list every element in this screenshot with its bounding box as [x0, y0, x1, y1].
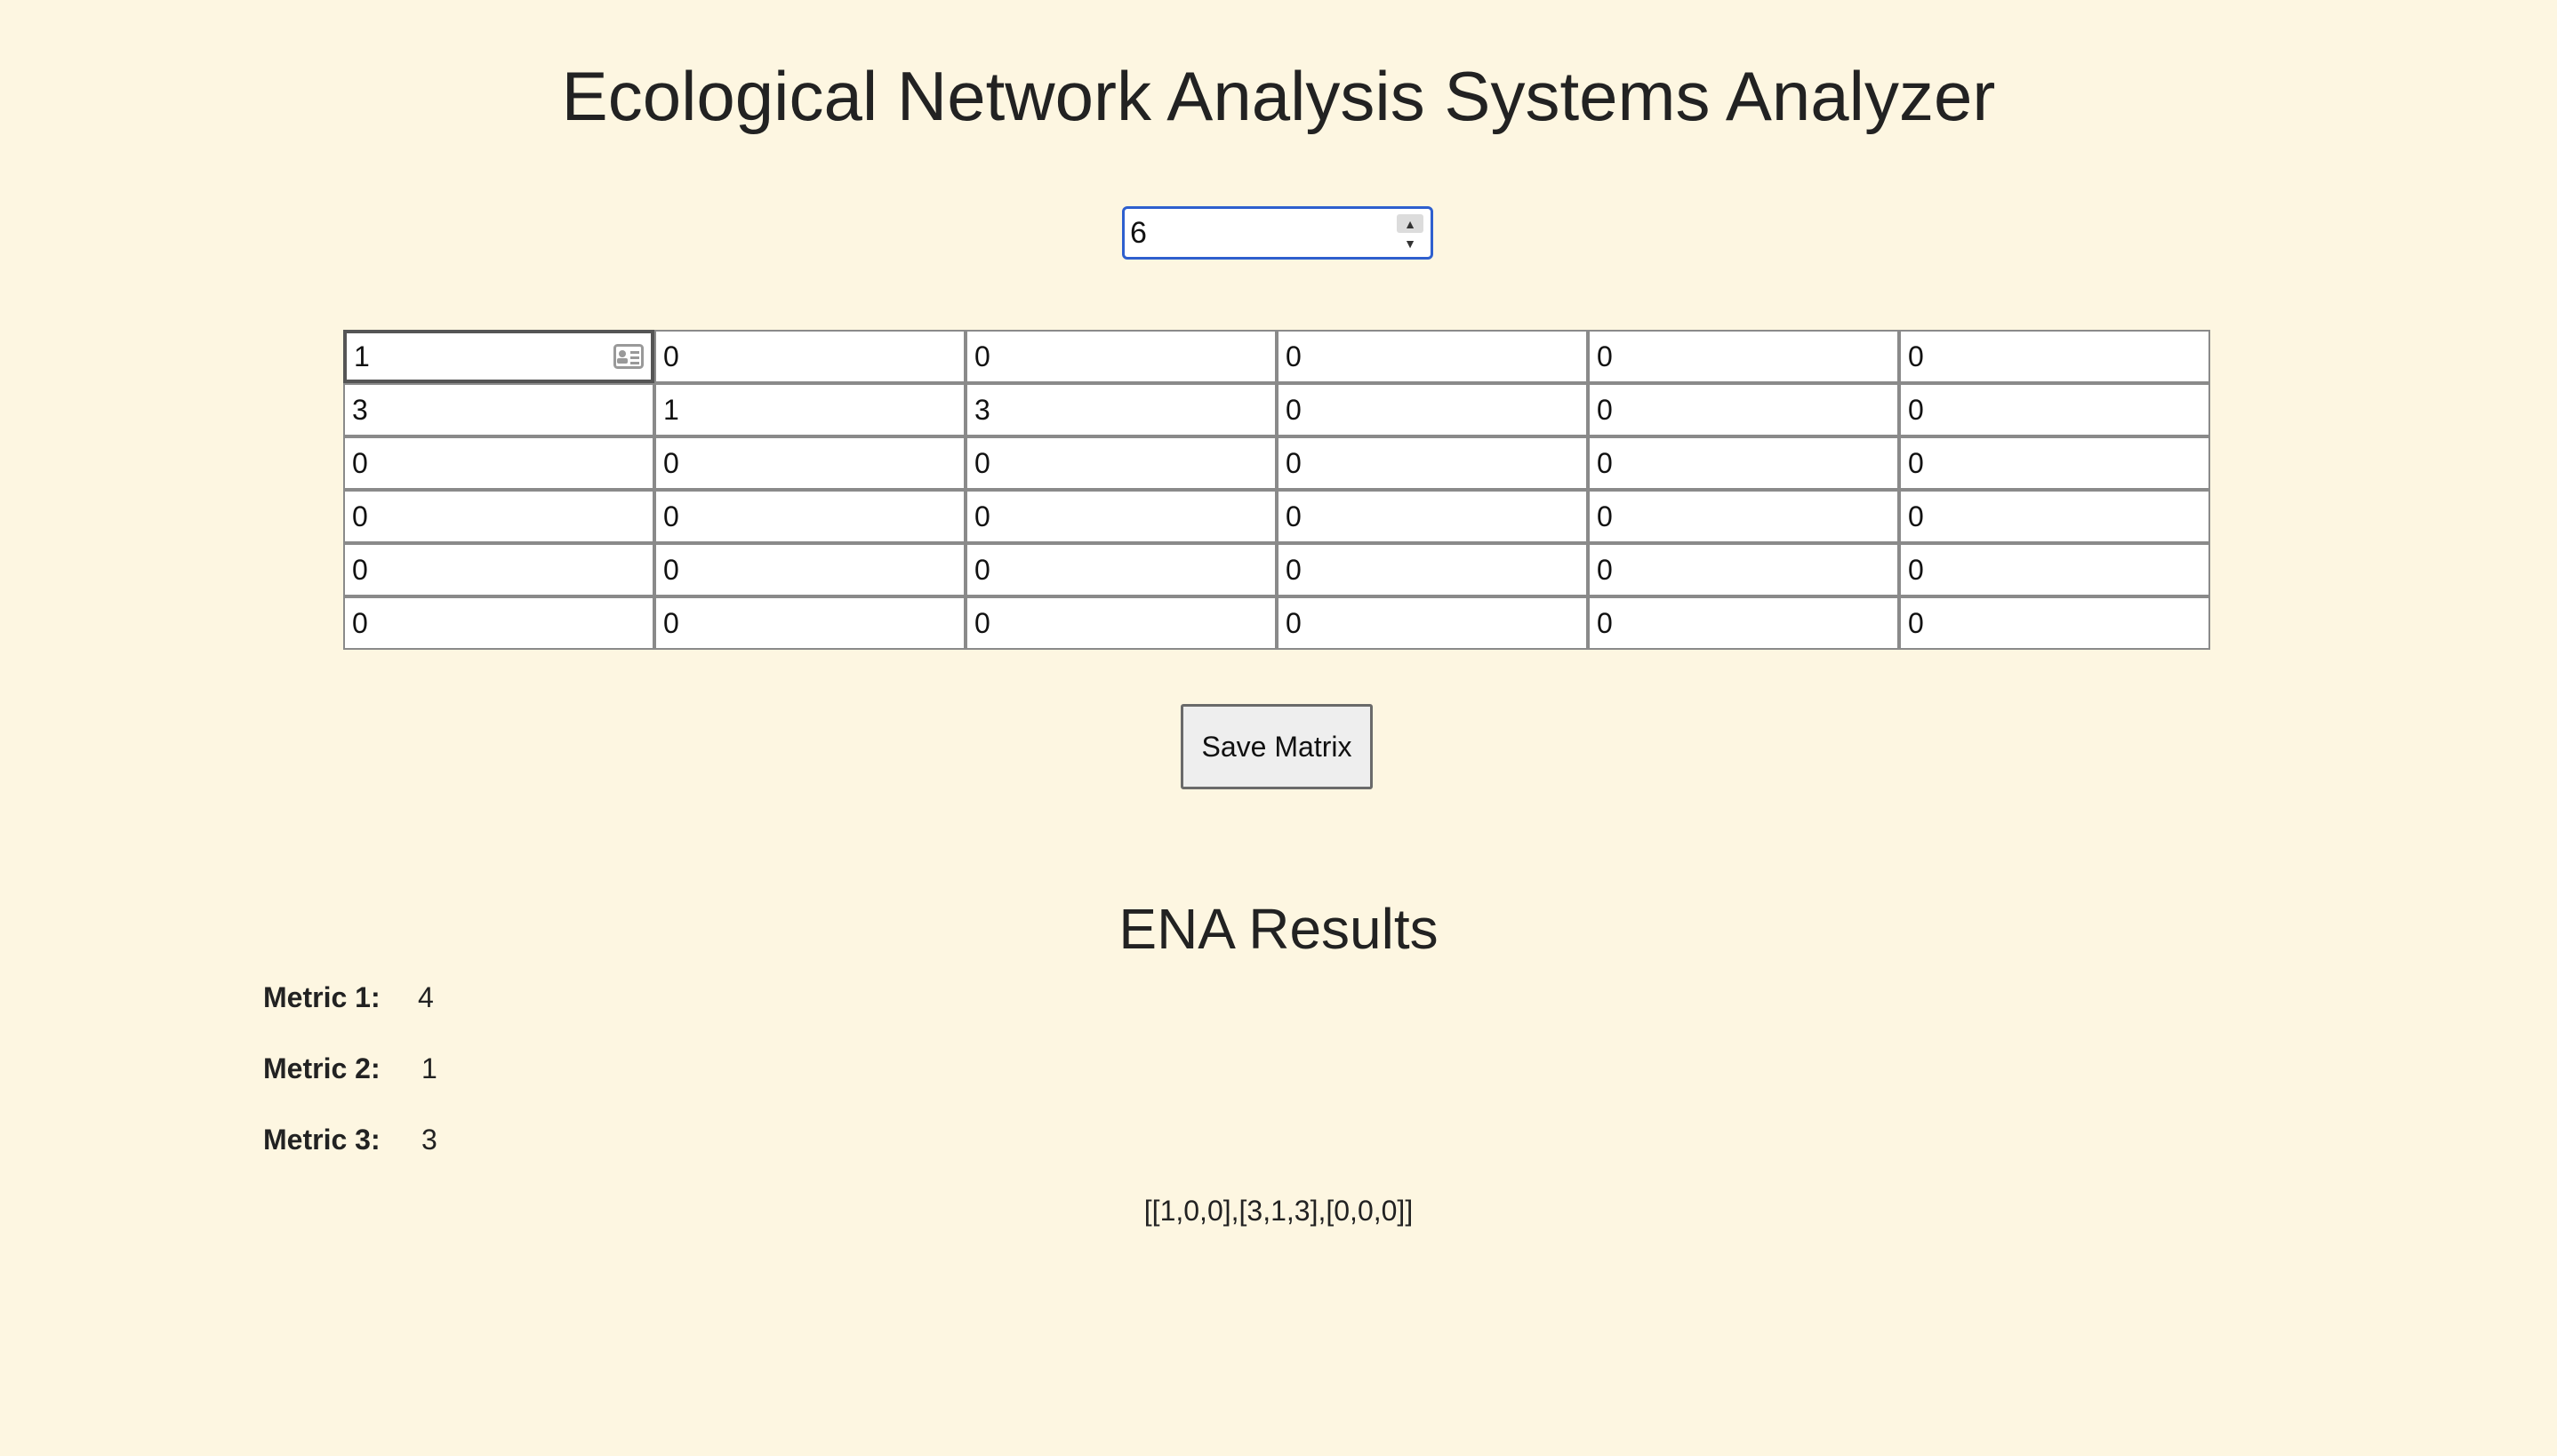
matrix-cell-input[interactable] [1901, 545, 2208, 595]
metric-row: Metric 1: 4 [263, 981, 434, 1014]
matrix-cell[interactable] [966, 596, 1277, 650]
matrix-output: [[1,0,0],[3,1,3],[0,0,0]] [1143, 1195, 1414, 1227]
matrix-cell-input[interactable] [967, 438, 1275, 488]
matrix-cell-input[interactable] [967, 545, 1275, 595]
matrix-cell[interactable] [343, 436, 654, 490]
page-title: Ecological Network Analysis Systems Anal… [561, 57, 1996, 135]
metric-label: Metric 2: [263, 1052, 381, 1084]
matrix-cell[interactable] [966, 436, 1277, 490]
matrix-cell-input[interactable] [967, 385, 1275, 435]
matrix-cell-input[interactable] [656, 438, 964, 488]
matrix-cell[interactable] [654, 596, 966, 650]
size-spinner[interactable]: ▲ ▼ [1397, 214, 1423, 253]
matrix-cell-input[interactable] [1901, 598, 2208, 648]
matrix-cell-input[interactable] [345, 598, 653, 648]
matrix-cell-input[interactable] [656, 492, 964, 541]
matrix-cell[interactable] [1588, 543, 1899, 596]
matrix-cell[interactable] [1588, 490, 1899, 543]
matrix-cell[interactable] [1277, 436, 1588, 490]
matrix-cell[interactable] [1277, 543, 1588, 596]
matrix-cell[interactable] [1899, 383, 2210, 436]
matrix-cell-input[interactable] [967, 492, 1275, 541]
metric-value: 1 [421, 1052, 437, 1084]
metric-value: 4 [418, 981, 434, 1013]
contact-card-icon[interactable] [613, 344, 644, 369]
matrix-cell-input[interactable] [1278, 438, 1586, 488]
matrix-cell[interactable] [654, 436, 966, 490]
matrix-size-input[interactable] [1128, 212, 1386, 253]
matrix-cell[interactable] [1899, 490, 2210, 543]
matrix-cell-input[interactable] [967, 598, 1275, 648]
matrix-cell-input[interactable] [1278, 385, 1586, 435]
matrix-cell[interactable] [343, 330, 654, 383]
matrix-cell[interactable] [654, 330, 966, 383]
matrix-cell[interactable] [1588, 330, 1899, 383]
matrix-cell[interactable] [966, 330, 1277, 383]
matrix-cell-input[interactable] [1901, 438, 2208, 488]
matrix-cell-input[interactable] [1278, 598, 1586, 648]
matrix-cell[interactable] [966, 490, 1277, 543]
matrix-cell-input[interactable] [1590, 598, 1897, 648]
matrix-cell-input[interactable] [1590, 332, 1897, 381]
matrix-cell[interactable] [1899, 436, 2210, 490]
matrix-cell[interactable] [1277, 383, 1588, 436]
matrix-cell-input[interactable] [656, 598, 964, 648]
matrix-cell[interactable] [1588, 436, 1899, 490]
matrix-cell-input[interactable] [656, 385, 964, 435]
matrix-cell[interactable] [343, 596, 654, 650]
metric-row: Metric 2: 1 [263, 1052, 437, 1085]
matrix-cell-input[interactable] [1278, 545, 1586, 595]
matrix-cell-input[interactable] [1590, 492, 1897, 541]
matrix-cell-input[interactable] [967, 332, 1275, 381]
matrix-cell-input[interactable] [1278, 492, 1586, 541]
matrix-cell[interactable] [966, 383, 1277, 436]
page: Ecological Network Analysis Systems Anal… [0, 0, 2557, 1456]
metric-label: Metric 1: [263, 981, 381, 1013]
matrix-cell-input[interactable] [656, 545, 964, 595]
matrix-cell[interactable] [343, 543, 654, 596]
chevron-down-icon[interactable]: ▼ [1397, 234, 1423, 252]
matrix-cell[interactable] [1277, 596, 1588, 650]
matrix-cell[interactable] [1277, 490, 1588, 543]
matrix-cell[interactable] [343, 490, 654, 543]
matrix-size-field[interactable]: ▲ ▼ [1122, 206, 1433, 260]
metric-value: 3 [421, 1124, 437, 1156]
matrix-cell-input[interactable] [1901, 492, 2208, 541]
matrix-cell-input[interactable] [345, 492, 653, 541]
matrix-cell-input[interactable] [1901, 332, 2208, 381]
matrix-cell-input[interactable] [1590, 385, 1897, 435]
matrix-cell[interactable] [654, 383, 966, 436]
save-matrix-button[interactable]: Save Matrix [1181, 704, 1373, 789]
matrix-cell-input[interactable] [656, 332, 964, 381]
matrix-cell[interactable] [966, 543, 1277, 596]
matrix-cell-input[interactable] [345, 438, 653, 488]
matrix-cell[interactable] [1899, 330, 2210, 383]
matrix-cell-input[interactable] [1901, 385, 2208, 435]
matrix-cell-input[interactable] [1590, 545, 1897, 595]
matrix-cell-input[interactable] [345, 385, 653, 435]
matrix-cell[interactable] [343, 383, 654, 436]
matrix-cell[interactable] [654, 543, 966, 596]
matrix-cell-input[interactable] [345, 545, 653, 595]
matrix-cell[interactable] [1588, 383, 1899, 436]
matrix-cell-input[interactable] [1590, 438, 1897, 488]
chevron-up-icon[interactable]: ▲ [1397, 214, 1423, 233]
matrix-cell[interactable] [654, 490, 966, 543]
matrix-cell[interactable] [1588, 596, 1899, 650]
results-title: ENA Results [1118, 897, 1439, 961]
matrix-cell-input[interactable] [347, 333, 651, 380]
matrix-cell[interactable] [1277, 330, 1588, 383]
metric-label: Metric 3: [263, 1124, 381, 1156]
metric-row: Metric 3: 3 [263, 1124, 437, 1156]
adjacency-matrix [343, 330, 2210, 650]
matrix-cell-input[interactable] [1278, 332, 1586, 381]
matrix-cell[interactable] [1899, 596, 2210, 650]
matrix-cell[interactable] [1899, 543, 2210, 596]
